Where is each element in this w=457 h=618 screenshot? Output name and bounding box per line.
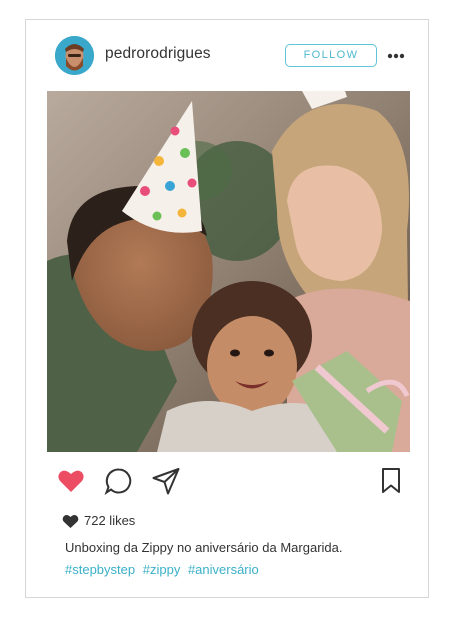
username[interactable]: pedrorodrigues <box>105 45 211 63</box>
heart-icon[interactable] <box>56 466 86 496</box>
more-dots-icon[interactable] <box>387 53 405 59</box>
hashtag-link[interactable]: #aniversário <box>188 562 259 577</box>
avatar-image <box>55 36 94 75</box>
post-card: pedrorodrigues FOLLOW 722 likes Unboxing… <box>25 19 429 598</box>
post-caption: Unboxing da Zippy no aniversário da Marg… <box>65 540 343 555</box>
post-photo[interactable] <box>47 91 410 452</box>
likes-heart-icon <box>62 515 79 528</box>
hashtag-link[interactable]: #stepbystep <box>65 562 135 577</box>
post-photo-image <box>47 91 410 452</box>
post-actions <box>26 466 428 500</box>
send-icon[interactable] <box>151 466 181 496</box>
bookmark-icon[interactable] <box>377 466 407 496</box>
likes-count[interactable]: 722 likes <box>84 513 135 528</box>
follow-button[interactable]: FOLLOW <box>285 44 377 67</box>
comment-icon[interactable] <box>104 466 134 496</box>
hashtags: #stepbystep #zippy #aniversário <box>65 562 263 577</box>
post-header: pedrorodrigues FOLLOW <box>26 20 428 92</box>
avatar[interactable] <box>55 36 94 75</box>
hashtag-link[interactable]: #zippy <box>143 562 181 577</box>
